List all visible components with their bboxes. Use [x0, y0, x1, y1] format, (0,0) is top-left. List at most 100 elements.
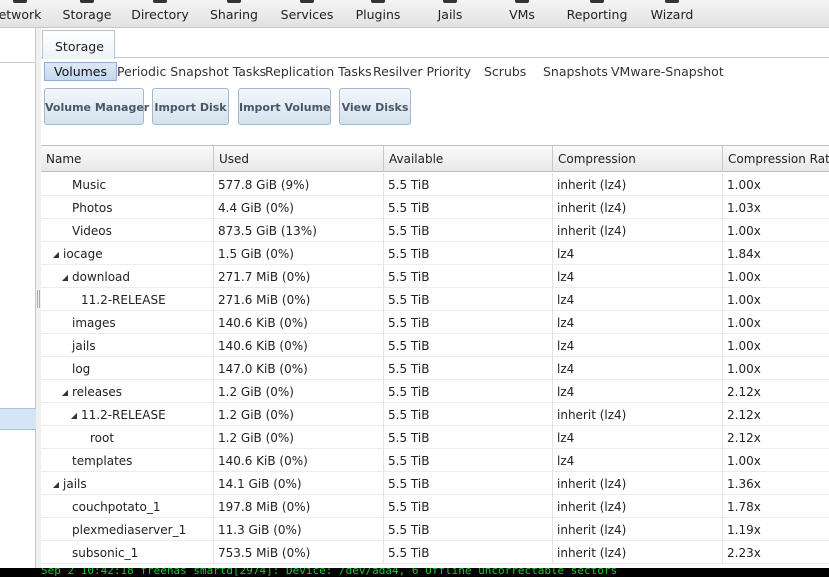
volume-manager-button[interactable]: Volume Manager — [44, 88, 149, 125]
expand-toggle-icon[interactable]: ◢ — [51, 250, 61, 259]
table-row[interactable]: templates 140.6 KiB (0%) 5.5 TiB lz4 1.00x — [41, 449, 829, 472]
table-row[interactable]: ◢ download 271.7 MiB (0%) 5.5 TiB lz4 1.00x — [41, 265, 829, 288]
dataset-name: jails — [72, 339, 96, 353]
dataset-name: 11.2-RELEASE — [81, 408, 166, 422]
cell-name: ◢ jails — [41, 472, 214, 495]
cell-compression-ratio: 2.12x — [723, 403, 829, 426]
dataset-name: 11.2-RELEASE — [81, 293, 166, 307]
tab-storage[interactable]: Storage — [42, 30, 115, 59]
nav-label: Storage — [62, 7, 112, 22]
cell-compression-ratio: 1.78x — [723, 495, 829, 518]
cell-compression: lz4 — [553, 380, 723, 403]
nav-directory[interactable]: Directory — [128, 0, 192, 28]
table-row[interactable]: ◢ iocage 1.5 GiB (0%) 5.5 TiB lz4 1.84x — [41, 242, 829, 265]
dataset-name: subsonic_1 — [72, 546, 139, 560]
table-row[interactable]: ◢ releases 1.2 GiB (0%) 5.5 TiB lz4 2.12x — [41, 380, 829, 403]
cell-compression: inherit (lz4) — [553, 219, 723, 242]
cell-available: 5.5 TiB — [384, 311, 553, 334]
cell-name: subsonic_1 — [41, 541, 214, 564]
subtab-volumes[interactable]: Volumes — [44, 62, 118, 81]
cell-used: 1.2 GiB (0%) — [214, 380, 384, 403]
cell-name: ◢ download — [41, 265, 214, 288]
plugins-icon — [371, 0, 385, 3]
cell-compression-ratio: 1.00x — [723, 219, 829, 242]
cell-compression: lz4 — [553, 288, 723, 311]
dataset-name: iocage — [63, 247, 103, 261]
table-row[interactable]: log 147.0 KiB (0%) 5.5 TiB lz4 1.00x — [41, 357, 829, 380]
table-row[interactable]: Videos 873.5 GiB (13%) 5.5 TiB inherit (lz4… — [41, 219, 829, 242]
cell-compression-ratio: 1.00x — [723, 334, 829, 357]
import-volume-button[interactable]: Import Volume — [238, 88, 331, 125]
nav-network[interactable]: etwork — [0, 0, 42, 28]
nav-storage[interactable]: Storage — [58, 0, 116, 28]
table-row[interactable]: Photos 4.4 GiB (0%) 5.5 TiB inherit (lz4) 1.… — [41, 196, 829, 219]
expand-toggle-icon[interactable]: ◢ — [51, 480, 61, 489]
volume-actions: Volume Manager Import Disk Import Volume… — [41, 84, 829, 144]
nav-services[interactable]: Services — [278, 0, 336, 28]
nav-reporting[interactable]: Reporting — [564, 0, 630, 28]
wizard-icon — [665, 0, 679, 3]
dataset-name: jails — [63, 477, 87, 491]
network-icon — [13, 0, 27, 3]
expand-toggle-icon[interactable]: ◢ — [60, 388, 70, 397]
cell-name: jails — [41, 334, 214, 357]
cell-available: 5.5 TiB — [384, 518, 553, 541]
cell-name: Videos — [41, 219, 214, 242]
column-header-compression-ratio[interactable]: Compression Ratio — [723, 146, 829, 172]
expand-toggle-icon[interactable]: ◢ — [69, 411, 79, 420]
subtab-vmware-snapshot[interactable]: VMware-Snapshot — [611, 62, 724, 81]
cell-used: 11.3 GiB (0%) — [214, 518, 384, 541]
cell-compression: inherit (lz4) — [553, 495, 723, 518]
table-row[interactable]: images 140.6 KiB (0%) 5.5 TiB lz4 1.00x — [41, 311, 829, 334]
expand-toggle-icon[interactable]: ◢ — [60, 273, 70, 282]
import-disk-button[interactable]: Import Disk — [152, 88, 229, 125]
table-row[interactable]: ◢ 11.2-RELEASE 1.2 GiB (0%) 5.5 TiB inherit … — [41, 403, 829, 426]
table-row[interactable]: Music 577.8 GiB (9%) 5.5 TiB inherit (lz4) 1… — [41, 173, 829, 196]
cell-available: 5.5 TiB — [384, 242, 553, 265]
nav-label: Wizard — [650, 7, 694, 22]
cell-name: ◢ 11.2-RELEASE — [41, 403, 214, 426]
column-header-name[interactable]: Name — [41, 146, 214, 172]
subtab-replication-tasks[interactable]: Replication Tasks — [265, 62, 372, 81]
table-row[interactable]: jails 140.6 KiB (0%) 5.5 TiB lz4 1.00x — [41, 334, 829, 357]
table-row[interactable]: root 1.2 GiB (0%) 5.5 TiB lz4 2.12x — [41, 426, 829, 449]
cell-compression-ratio: 1.03x — [723, 196, 829, 219]
cell-compression: inherit (lz4) — [553, 472, 723, 495]
dataset-name: images — [72, 316, 116, 330]
column-header-available[interactable]: Available — [384, 146, 553, 172]
table-row[interactable]: plexmediaserver_1 11.3 GiB (0%) 5.5 TiB inh… — [41, 518, 829, 541]
nav-plugins[interactable]: Plugins — [352, 0, 404, 28]
nav-sharing[interactable]: Sharing — [206, 0, 262, 28]
cell-available: 5.5 TiB — [384, 449, 553, 472]
directory-icon — [153, 0, 167, 3]
cell-used: 577.8 GiB (9%) — [214, 173, 384, 196]
view-disks-button[interactable]: View Disks — [339, 88, 411, 125]
nav-label: etwork — [0, 7, 42, 22]
subtab-scrubs[interactable]: Scrubs — [484, 62, 526, 81]
cell-compression: inherit (lz4) — [553, 196, 723, 219]
subtab-periodic-snapshot-tasks[interactable]: Periodic Snapshot Tasks — [117, 62, 266, 81]
table-row[interactable]: subsonic_1 753.5 MiB (0%) 5.5 TiB inherit (… — [41, 541, 829, 564]
dataset-name: log — [72, 362, 91, 376]
storage-subtabs: Volumes Periodic Snapshot Tasks Replicat… — [41, 58, 829, 84]
column-header-used[interactable]: Used — [214, 146, 384, 172]
cell-used: 873.5 GiB (13%) — [214, 219, 384, 242]
subtab-resilver-priority[interactable]: Resilver Priority — [373, 62, 471, 81]
nav-vms[interactable]: VMs — [504, 0, 540, 28]
splitter-grip[interactable] — [37, 290, 40, 308]
column-header-compression[interactable]: Compression — [553, 146, 723, 172]
table-row[interactable]: couchpotato_1 197.8 MiB (0%) 5.5 TiB inheri… — [41, 495, 829, 518]
table-row[interactable]: ◢ jails 14.1 GiB (0%) 5.5 TiB inherit (lz4) 1… — [41, 472, 829, 495]
cell-compression: lz4 — [553, 449, 723, 472]
subtab-snapshots[interactable]: Snapshots — [543, 62, 608, 81]
cell-available: 5.5 TiB — [384, 219, 553, 242]
cell-available: 5.5 TiB — [384, 380, 553, 403]
tree-divider — [0, 62, 36, 63]
nav-wizard[interactable]: Wizard — [646, 0, 698, 28]
cell-name: 11.2-RELEASE — [41, 288, 214, 311]
cell-compression-ratio: 1.19x — [723, 518, 829, 541]
table-row[interactable]: 11.2-RELEASE 271.6 MiB (0%) 5.5 TiB lz4 1.00… — [41, 288, 829, 311]
nav-jails[interactable]: Jails — [430, 0, 470, 28]
tree-selected-item[interactable] — [0, 408, 36, 430]
cell-name: templates — [41, 449, 214, 472]
